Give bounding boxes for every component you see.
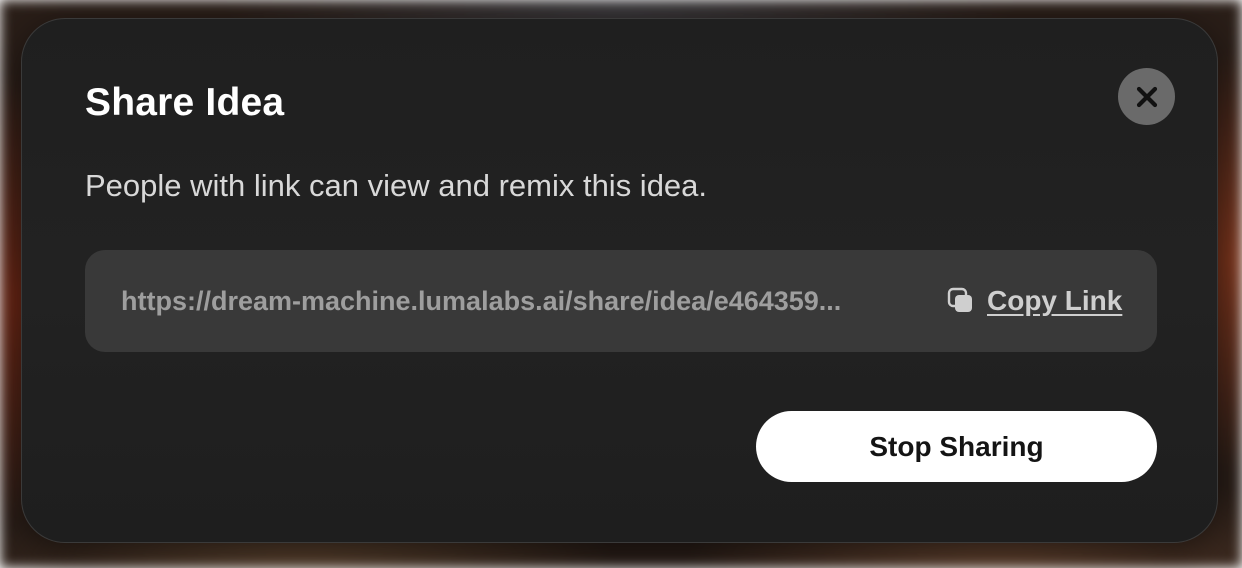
copy-icon (947, 287, 972, 312)
copy-link-label: Copy Link (987, 285, 1123, 316)
share-idea-dialog: Share Idea People with link can view and… (21, 18, 1218, 543)
dialog-description: People with link can view and remix this… (85, 168, 708, 203)
share-link-box: https://dream-machine.lumalabs.ai/share/… (85, 250, 1157, 352)
close-button[interactable] (1118, 68, 1175, 125)
copy-link-button[interactable]: Copy Link (947, 284, 1122, 318)
stop-sharing-button[interactable]: Stop Sharing (756, 411, 1157, 482)
dialog-title: Share Idea (85, 81, 285, 124)
share-url-text[interactable]: https://dream-machine.lumalabs.ai/share/… (121, 284, 901, 318)
close-icon (1136, 86, 1157, 107)
